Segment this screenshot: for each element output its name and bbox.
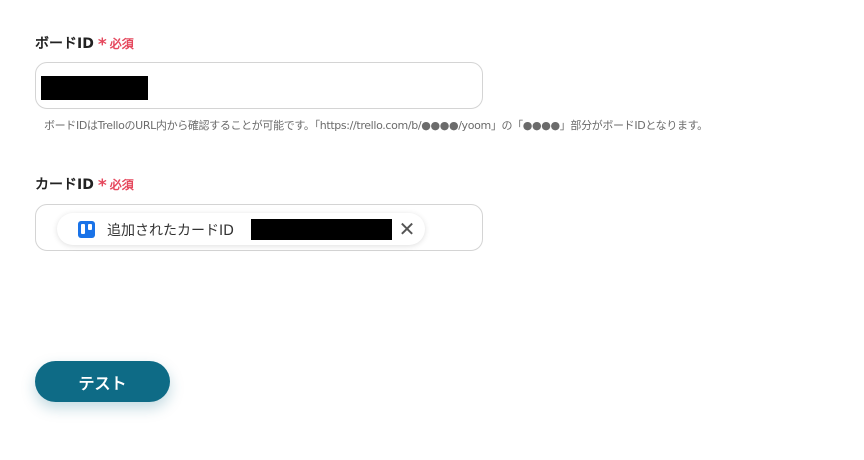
close-icon[interactable]: ✕ bbox=[398, 218, 416, 240]
board-id-input[interactable] bbox=[35, 62, 483, 109]
board-id-label: ボードID * 必須 bbox=[35, 33, 134, 55]
required-asterisk: * bbox=[97, 35, 107, 55]
card-id-label: カードID * 必須 bbox=[35, 174, 134, 196]
required-text: 必須 bbox=[109, 36, 134, 51]
board-id-label-text: ボードID bbox=[35, 36, 94, 52]
chip-label: 追加されたカードID bbox=[107, 223, 234, 239]
card-id-label-text: カードID bbox=[35, 177, 94, 193]
test-button[interactable]: テスト bbox=[35, 361, 170, 402]
form-page: ボードID * 必須 ボードIDはTrelloのURL内から確認することが可能で… bbox=[0, 0, 864, 460]
board-id-help-text: ボードIDはTrelloのURL内から確認することが可能です。「https://… bbox=[44, 119, 708, 132]
required-text: 必須 bbox=[109, 177, 134, 192]
trello-icon bbox=[78, 221, 95, 238]
redacted-board-id-value bbox=[41, 76, 148, 100]
variable-chip[interactable]: 追加されたカードID ✕ bbox=[57, 213, 425, 245]
redacted-card-id-value bbox=[251, 219, 392, 240]
required-asterisk: * bbox=[97, 176, 107, 196]
